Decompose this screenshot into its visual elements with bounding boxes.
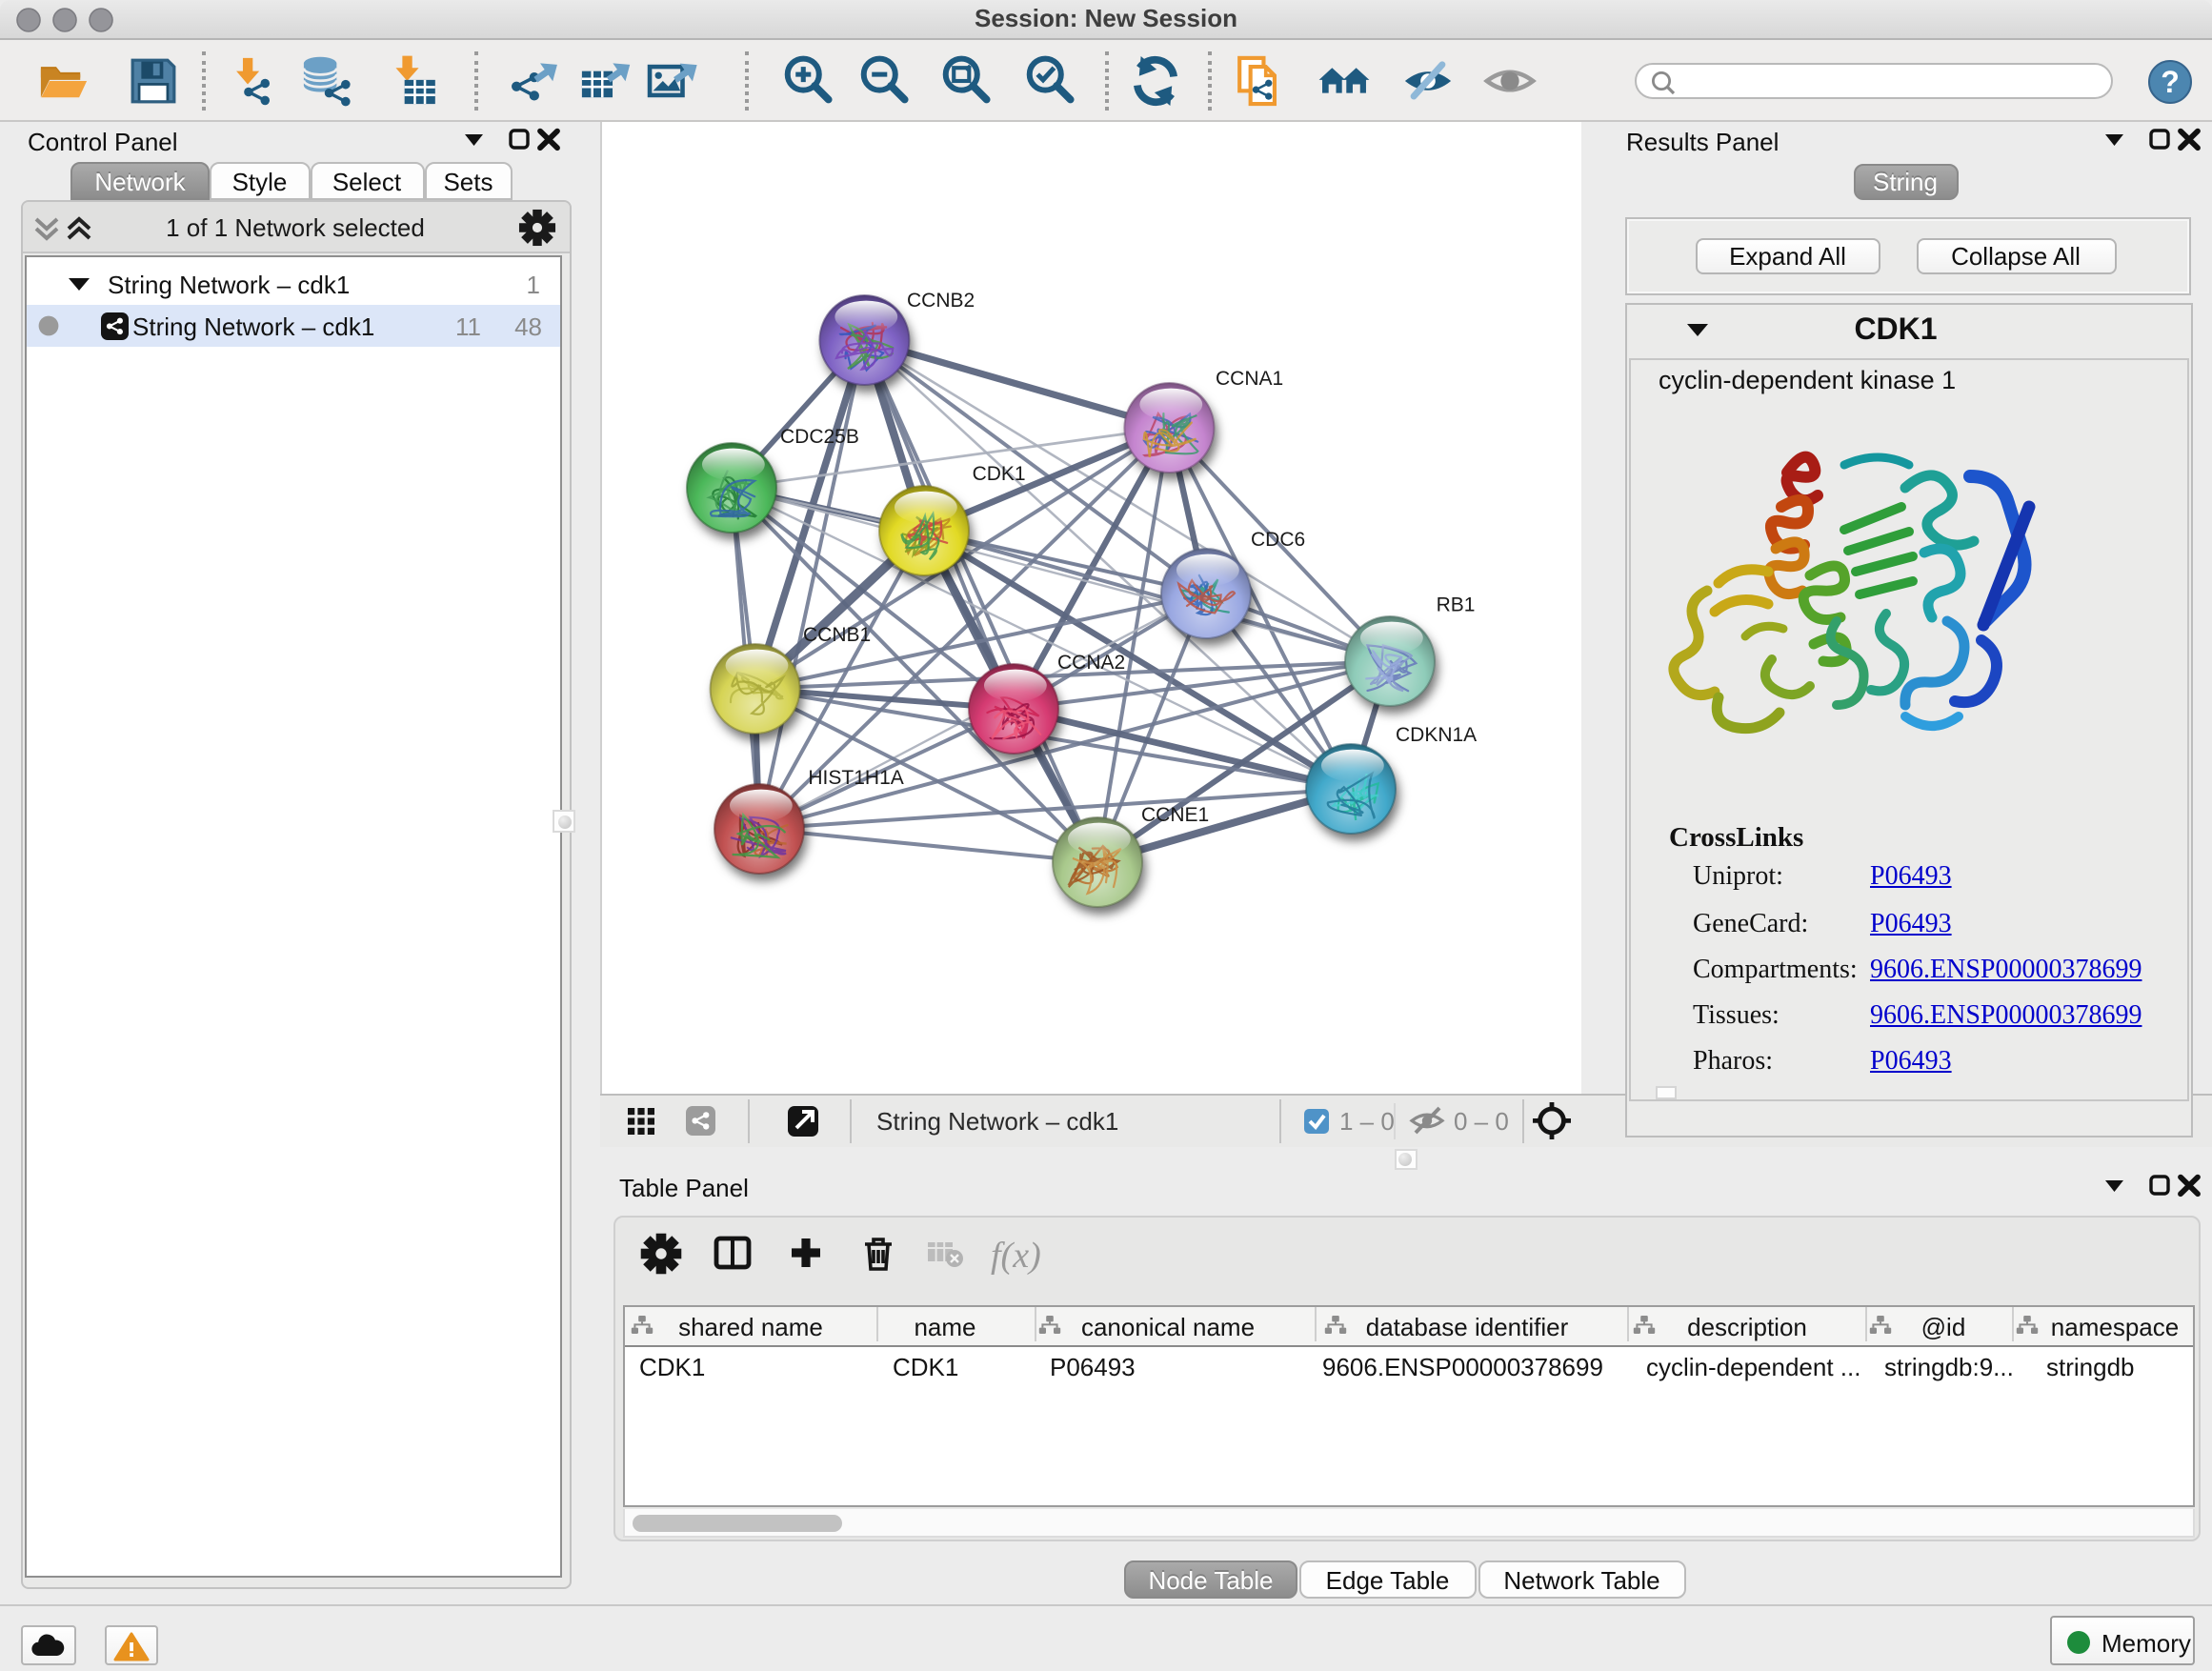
svg-text:?: ? xyxy=(2160,65,2179,99)
svg-text:CCNE1: CCNE1 xyxy=(1140,804,1208,826)
svg-text:CCNB1: CCNB1 xyxy=(802,624,870,646)
svg-text:0 – 0: 0 – 0 xyxy=(1453,1106,1508,1135)
svg-text:CCNA2: CCNA2 xyxy=(1056,652,1124,674)
svg-text:CCNA1: CCNA1 xyxy=(1215,368,1282,390)
svg-text:CDKN1A: CDKN1A xyxy=(1395,724,1476,746)
svg-text:CCNB2: CCNB2 xyxy=(906,290,974,312)
svg-text:CDC6: CDC6 xyxy=(1250,529,1304,551)
svg-text:f(x): f(x) xyxy=(991,1235,1041,1275)
svg-text:String Network – cdk1: String Network – cdk1 xyxy=(875,1106,1117,1135)
svg-text:RB1: RB1 xyxy=(1436,594,1475,615)
svg-text:1 – 0: 1 – 0 xyxy=(1338,1106,1394,1135)
svg-text:HIST1H1A: HIST1H1A xyxy=(807,767,902,789)
svg-text:CDC25B: CDC25B xyxy=(779,426,858,448)
svg-text:CDK1: CDK1 xyxy=(972,463,1025,485)
